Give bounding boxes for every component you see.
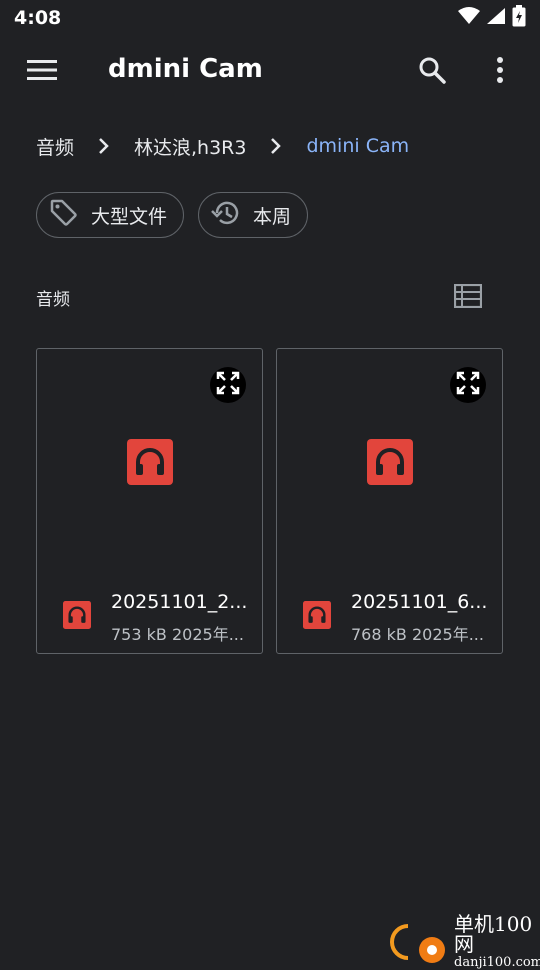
app-bar: dmini Cam <box>0 36 540 108</box>
menu-button[interactable] <box>24 56 60 88</box>
more-options-button[interactable] <box>482 52 518 92</box>
file-card[interactable]: 20251101_6... 768 kB 2025年... <box>276 348 503 654</box>
status-icons <box>458 5 526 31</box>
search-button[interactable] <box>412 52 452 92</box>
breadcrumb-item-folder[interactable]: 林达浪,h3R3 <box>134 133 246 160</box>
chevron-right-icon <box>270 137 282 155</box>
signal-icon <box>486 7 506 29</box>
chip-this-week[interactable]: 本周 <box>198 192 309 238</box>
chevron-right-icon <box>98 137 110 155</box>
watermark-cn: 单机100网 <box>454 912 533 956</box>
file-card[interactable]: 20251101_2... 753 kB 2025年... <box>36 348 263 654</box>
more-vert-icon <box>496 57 504 87</box>
file-date: 2025年... <box>171 625 244 644</box>
breadcrumb-item-current[interactable]: dmini Cam <box>306 135 409 157</box>
expand-button[interactable] <box>210 367 246 403</box>
search-icon <box>418 56 446 88</box>
status-bar: 4:08 <box>0 0 540 36</box>
headphones-icon <box>303 601 331 629</box>
chip-large-files[interactable]: 大型文件 <box>36 192 185 238</box>
headphones-icon <box>367 439 413 485</box>
menu-icon <box>27 59 57 85</box>
watermark-en: danji100.com <box>454 955 540 970</box>
watermark-text: 单机100网 danji100.com <box>454 914 540 969</box>
headphones-icon <box>127 439 173 485</box>
file-meta: 753 kB 2025年... <box>111 621 251 645</box>
watermark: 单机100网 danji100.com <box>388 914 540 969</box>
file-size: 768 kB <box>351 625 407 644</box>
tag-icon <box>49 198 79 232</box>
watermark-logo-icon <box>388 920 448 964</box>
chip-label: 本周 <box>253 205 292 228</box>
chip-label: 大型文件 <box>91 205 168 228</box>
file-name: 20251101_2... <box>111 591 248 613</box>
fullscreen-icon <box>216 371 240 399</box>
breadcrumb-item-audio[interactable]: 音频 <box>36 133 74 160</box>
expand-button[interactable] <box>450 367 486 403</box>
history-icon <box>211 198 241 232</box>
file-date: 2025年... <box>411 625 484 644</box>
page-title: dmini Cam <box>108 54 263 84</box>
file-name: 20251101_6... <box>351 591 488 613</box>
list-view-icon <box>453 283 483 312</box>
headphones-icon <box>63 601 91 629</box>
view-toggle-button[interactable] <box>450 280 486 316</box>
wifi-icon <box>458 7 480 29</box>
file-size: 753 kB <box>111 625 167 644</box>
status-time: 4:08 <box>14 7 62 29</box>
breadcrumb: 音频 林达浪,h3R3 dmini Cam <box>36 126 409 166</box>
battery-icon <box>512 5 526 31</box>
fullscreen-icon <box>456 371 480 399</box>
filter-chips: 大型文件 本周 <box>36 192 309 238</box>
file-meta: 768 kB 2025年... <box>351 621 491 645</box>
section-title: 音频 <box>36 290 70 310</box>
